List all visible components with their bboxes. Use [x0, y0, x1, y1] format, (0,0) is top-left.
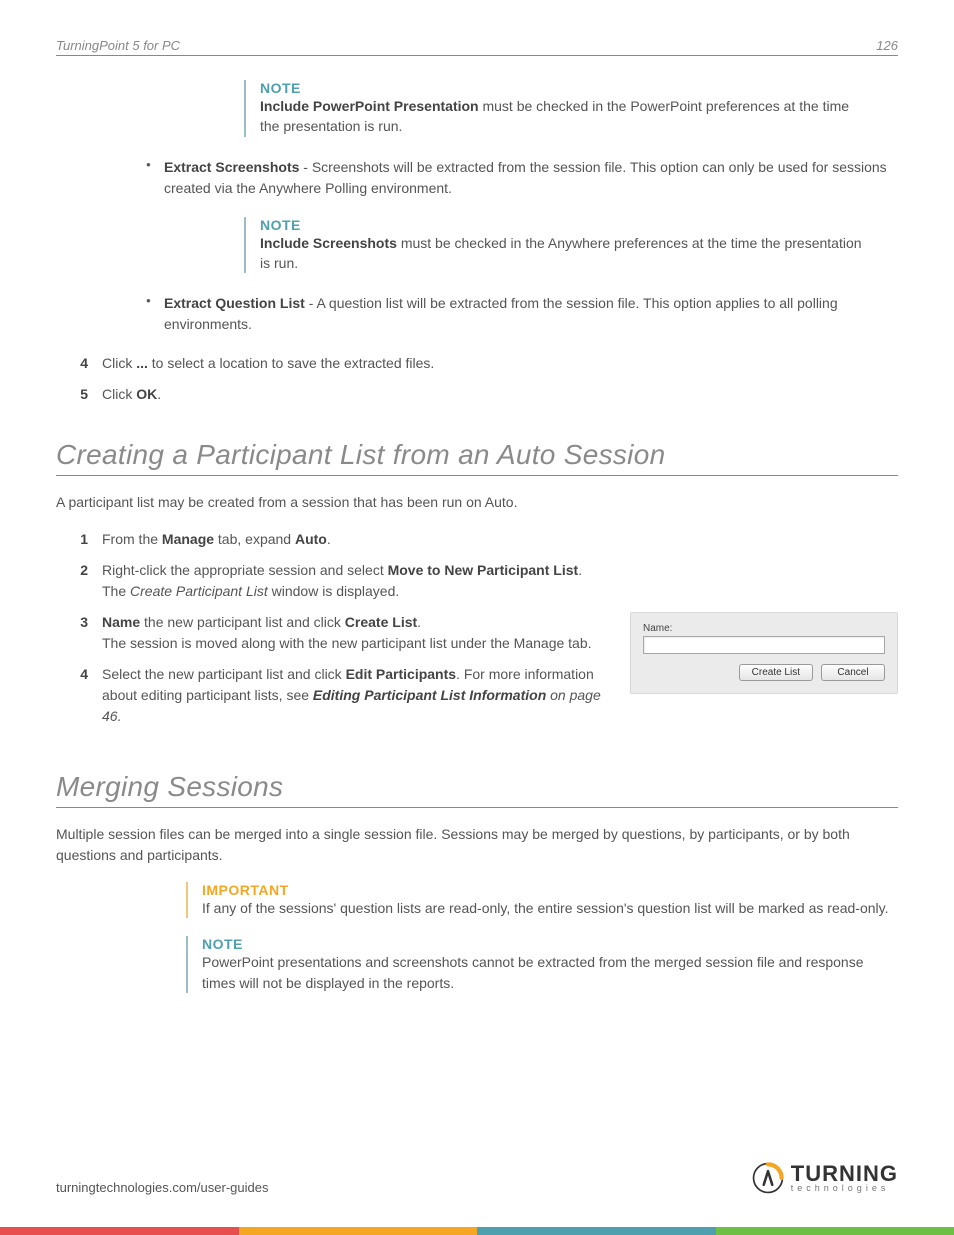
section2-intro: Multiple session files can be merged int…: [56, 824, 898, 866]
note-text: PowerPoint presentations and screenshots…: [202, 952, 896, 993]
heading-merging-sessions: Merging Sessions: [56, 771, 898, 808]
dialog-name-label: Name:: [643, 623, 885, 634]
step-b4: 4 Select the new participant list and cl…: [74, 664, 606, 727]
note-text: Include PowerPoint Presentation must be …: [260, 96, 864, 137]
note-label: NOTE: [260, 80, 864, 96]
step-4-select-location: 4 Click ... to select a location to save…: [74, 353, 898, 374]
page-header: TurningPoint 5 for PC 126: [56, 38, 898, 56]
create-participant-list-dialog: Name: Create List Cancel: [630, 612, 898, 694]
logo-main-text: TURNING: [791, 1164, 898, 1184]
logo-sub-text: technologies: [791, 1184, 898, 1192]
important-text: If any of the sessions' question lists a…: [202, 898, 896, 918]
dialog-name-input[interactable]: [643, 636, 885, 654]
create-list-button[interactable]: Create List: [739, 664, 813, 681]
page-footer: turningtechnologies.com/user-guides TURN…: [56, 1161, 898, 1195]
footer-url: turningtechnologies.com/user-guides: [56, 1180, 268, 1195]
turning-logo: TURNING technologies: [751, 1161, 898, 1195]
note-label: NOTE: [202, 936, 896, 952]
step-5-click-ok: 5 Click OK.: [74, 384, 898, 405]
footer-stripe: [0, 1227, 954, 1235]
bullet-extract-screenshots: Extract Screenshots - Screenshots will b…: [146, 157, 898, 199]
section1-intro: A participant list may be created from a…: [56, 492, 898, 513]
important-readonly: IMPORTANT If any of the sessions' questi…: [186, 882, 896, 918]
page-number: 126: [876, 38, 898, 53]
note-label: NOTE: [260, 217, 864, 233]
note-text: Include Screenshots must be checked in t…: [260, 233, 864, 274]
turning-swirl-icon: [751, 1161, 785, 1195]
step-b1: 1 From the Manage tab, expand Auto.: [74, 529, 898, 550]
heading-creating-participant-list: Creating a Participant List from an Auto…: [56, 439, 898, 476]
bullet-extract-question-list: Extract Question List - A question list …: [146, 293, 898, 335]
note-include-screenshots: NOTE Include Screenshots must be checked…: [244, 217, 864, 274]
step-b2: 2 Right-click the appropriate session an…: [74, 560, 898, 602]
important-label: IMPORTANT: [202, 882, 896, 898]
doc-title: TurningPoint 5 for PC: [56, 38, 180, 53]
step-b3: 3 Name the new participant list and clic…: [74, 612, 606, 654]
note-include-ppt: NOTE Include PowerPoint Presentation mus…: [244, 80, 864, 137]
note-merge-limits: NOTE PowerPoint presentations and screen…: [186, 936, 896, 993]
cancel-button[interactable]: Cancel: [821, 664, 885, 681]
